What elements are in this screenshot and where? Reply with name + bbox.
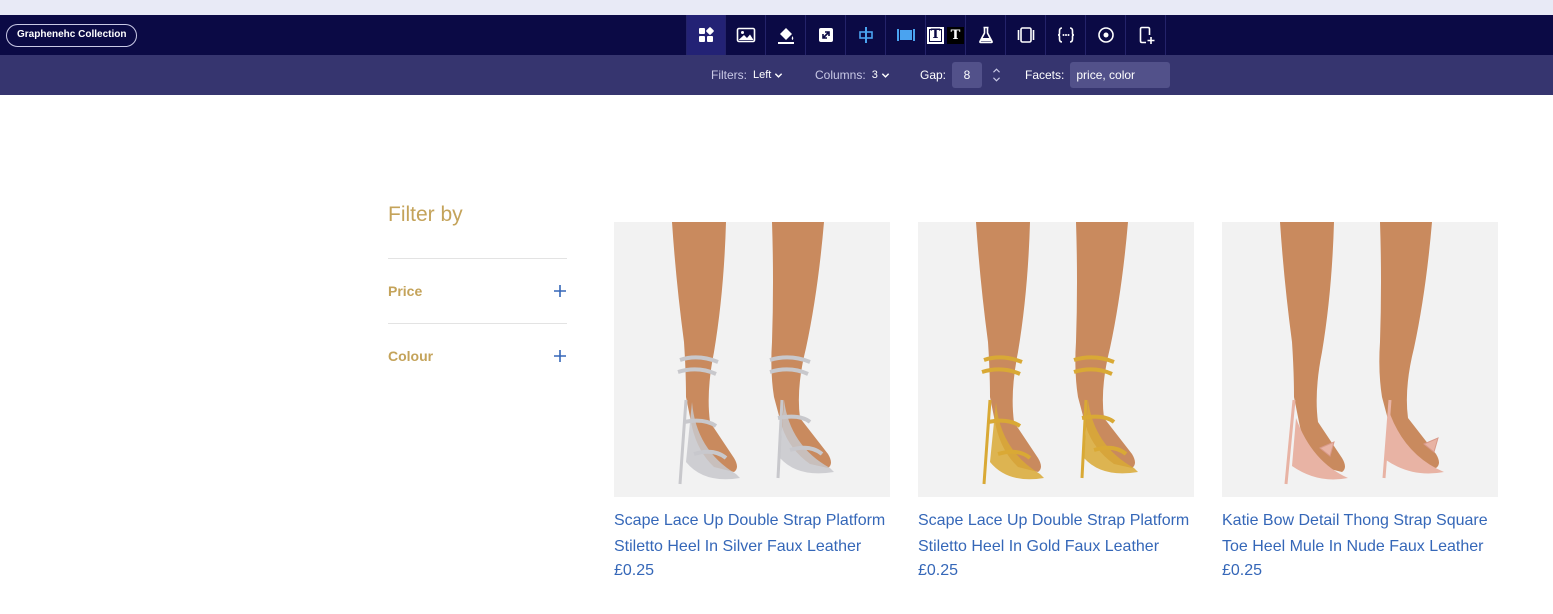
filter-item-colour[interactable]: Colour	[388, 344, 567, 368]
align-center-icon	[858, 27, 873, 43]
resize-tool[interactable]	[806, 15, 846, 55]
chevron-down-icon	[881, 72, 889, 78]
full-width-icon	[896, 29, 915, 41]
product-card[interactable]: Scape Lace Up Double Strap Platform Stil…	[614, 222, 890, 580]
image-icon	[736, 27, 755, 43]
tool-group: T T	[686, 15, 1166, 55]
text-style-letter-outline: T	[927, 26, 944, 44]
gap-label: Gap:	[920, 68, 947, 82]
target-tool[interactable]	[1086, 15, 1126, 55]
code-tool[interactable]	[1046, 15, 1086, 55]
columns-tool[interactable]	[1006, 15, 1046, 55]
product-price: £0.25	[1222, 562, 1263, 579]
experiment-tool[interactable]	[966, 15, 1006, 55]
paint-tool[interactable]	[766, 15, 806, 55]
columns-icon	[1017, 27, 1034, 43]
gap-spinner[interactable]	[992, 67, 1001, 83]
product-image[interactable]	[614, 222, 890, 497]
filter-divider	[388, 258, 567, 259]
product-image[interactable]	[1222, 222, 1498, 497]
align-tool[interactable]	[846, 15, 886, 55]
chevron-down-icon	[775, 72, 783, 78]
facets-option: Facets: price, color	[1025, 55, 1171, 95]
text-style-tool[interactable]: T T	[926, 15, 966, 55]
gap-option: Gap: 8	[920, 55, 1001, 95]
filter-item-label: Colour	[388, 348, 434, 364]
columns-label: Columns:	[815, 68, 866, 82]
image-tool[interactable]	[726, 15, 766, 55]
product-card[interactable]: Katie Bow Detail Thong Strap Square Toe …	[1222, 222, 1498, 580]
target-icon	[1097, 27, 1114, 43]
product-title[interactable]: Scape Lace Up Double Strap Platform Stil…	[918, 508, 1194, 559]
add-device-icon	[1139, 26, 1154, 44]
collection-button[interactable]: Graphenehc Collection	[6, 24, 138, 47]
paint-bucket-icon	[777, 28, 794, 44]
filters-option: Filters: Left	[711, 55, 783, 95]
filter-item-label: Price	[388, 283, 423, 299]
full-width-tool[interactable]	[886, 15, 926, 55]
layout-grid-tool[interactable]	[686, 15, 726, 55]
top-strip	[0, 0, 1553, 15]
facets-label: Facets:	[1025, 68, 1065, 82]
product-photo	[672, 222, 834, 485]
filter-divider	[388, 323, 567, 324]
filters-dropdown[interactable]: Left	[753, 69, 783, 81]
resize-icon	[818, 28, 833, 42]
plus-icon	[554, 350, 566, 362]
filter-item-price[interactable]: Price	[388, 279, 567, 303]
filter-title: Filter by	[388, 203, 463, 226]
text-style-icon: T T	[927, 26, 964, 44]
product-title[interactable]: Scape Lace Up Double Strap Platform Stil…	[614, 508, 890, 559]
product-photo	[976, 222, 1138, 485]
plus-icon	[554, 285, 566, 297]
filters-value: Left	[753, 69, 772, 81]
product-price: £0.25	[614, 562, 655, 579]
chevron-down-icon[interactable]	[992, 76, 1001, 83]
product-photo	[1280, 222, 1444, 485]
product-image[interactable]	[918, 222, 1194, 497]
columns-option: Columns: 3	[815, 55, 890, 95]
text-style-letter-solid: T	[947, 26, 964, 44]
layout-options-bar: Filters: Left Columns: 3 Gap: 8 Facets: …	[0, 55, 1553, 95]
code-braces-icon	[1057, 27, 1074, 43]
editor-toolbar: Graphenehc Collection T T	[0, 15, 1553, 55]
facets-input[interactable]: price, color	[1070, 62, 1171, 88]
columns-dropdown[interactable]: 3	[872, 69, 890, 81]
product-title[interactable]: Katie Bow Detail Thong Strap Square Toe …	[1222, 508, 1498, 559]
layout-grid-icon	[699, 27, 714, 42]
product-price: £0.25	[918, 562, 959, 579]
chevron-up-icon[interactable]	[992, 67, 1001, 74]
flask-icon	[978, 26, 993, 44]
columns-value: 3	[871, 69, 878, 81]
add-device-tool[interactable]	[1126, 15, 1166, 55]
gap-input[interactable]: 8	[952, 62, 983, 88]
filters-label: Filters:	[711, 68, 747, 82]
product-card[interactable]: Scape Lace Up Double Strap Platform Stil…	[918, 222, 1194, 580]
